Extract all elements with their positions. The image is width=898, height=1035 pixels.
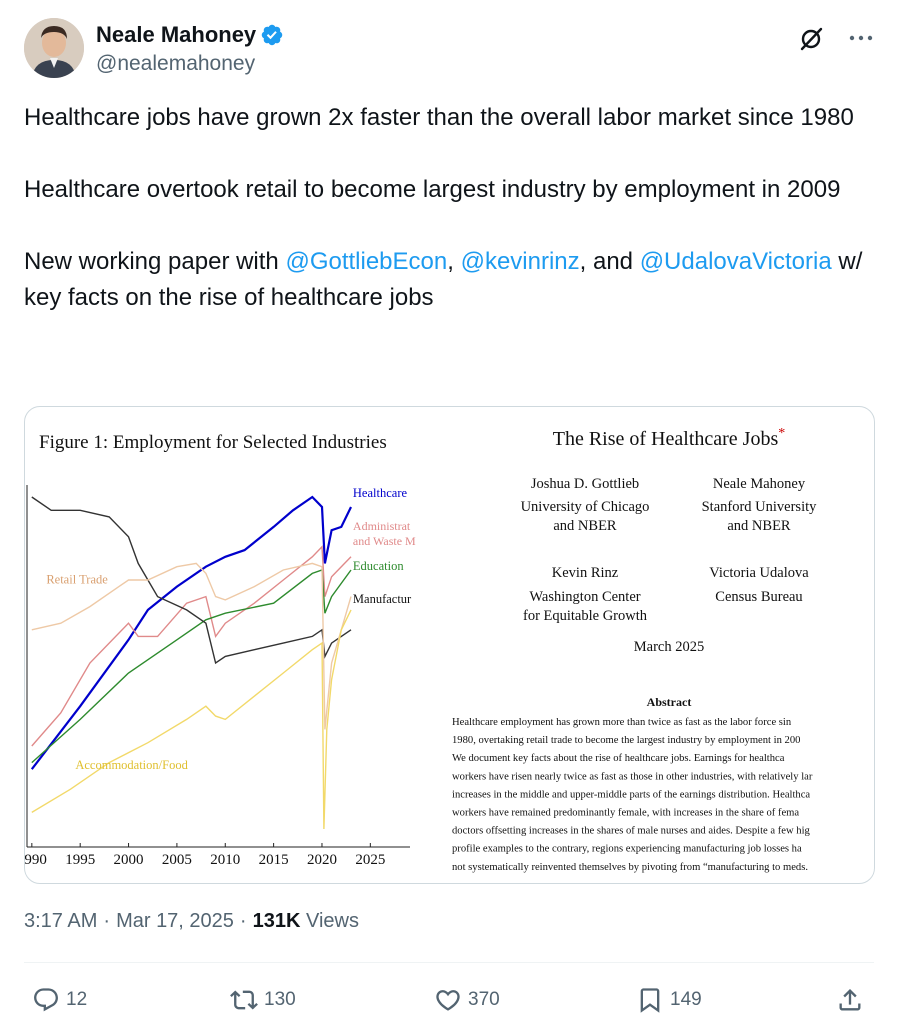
x-tick-label: 2010 xyxy=(210,852,240,868)
series-label: Education xyxy=(353,559,404,573)
abstract-line: profile examples to the contrary, region… xyxy=(452,844,802,855)
author-handle[interactable]: @nealemahoney xyxy=(96,52,255,76)
paper-author-affiliation: Washington Center xyxy=(529,589,640,605)
mention-link[interactable]: @UdalovaVictoria xyxy=(640,248,832,275)
mention-link[interactable]: @kevinrinz xyxy=(461,248,580,275)
reply-button[interactable]: 12 xyxy=(32,978,87,1022)
bookmark-icon xyxy=(640,988,660,1013)
paper-author-affiliation: for Equitable Growth xyxy=(523,608,648,624)
tweet-paragraph: Healthcare jobs have grown 2x faster tha… xyxy=(24,104,854,131)
grok-icon[interactable] xyxy=(798,24,826,52)
paper-author-name: Joshua D. Gottlieb xyxy=(531,476,639,492)
repost-button[interactable]: 130 xyxy=(230,978,296,1022)
series-line-retail-trade xyxy=(31,562,352,730)
views-count: 131K xyxy=(252,910,301,932)
verified-badge-icon[interactable] xyxy=(260,23,284,47)
more-options-icon[interactable] xyxy=(848,25,874,51)
paper-author-affiliation: Census Bureau xyxy=(715,589,802,605)
share-icon xyxy=(839,989,861,1011)
avatar[interactable] xyxy=(24,18,84,78)
abstract-line: not systematically reinvented themselves… xyxy=(452,862,808,873)
views-label: Views xyxy=(305,910,359,932)
series-label: Retail Trade xyxy=(46,572,108,586)
like-count: 370 xyxy=(468,989,500,1010)
abstract-line: workers have risen nearly twice as fast … xyxy=(452,771,813,782)
paper-author-affiliation: Stanford University xyxy=(702,499,818,515)
paper-author-name: Kevin Rinz xyxy=(552,565,619,581)
tweet-action-bar: 12 130 370 149 xyxy=(24,978,874,1022)
text-span: , and xyxy=(579,248,640,275)
tweet-paragraph: New working paper with @GottliebEcon, @k… xyxy=(24,244,874,316)
divider xyxy=(24,962,874,963)
abstract-line: increases in the middle and upper-middle… xyxy=(452,789,810,800)
series-label: Accommodation/Food xyxy=(75,758,188,772)
views-stat[interactable]: 131K Views xyxy=(253,910,359,933)
tweet-meta: 3:17 AM · Mar 17, 2025 · 131K Views xyxy=(24,910,359,933)
abstract-line: Healthcare employment has grown more tha… xyxy=(452,717,792,728)
author-name-row: Neale Mahoney xyxy=(96,22,284,48)
paper-title: The Rise of Healthcare Jobs* xyxy=(553,426,785,450)
paper-author-name: Neale Mahoney xyxy=(713,476,806,492)
text-span: New working paper with xyxy=(24,248,286,275)
reply-icon xyxy=(34,988,58,1012)
repost-count: 130 xyxy=(264,989,296,1010)
mention-link[interactable]: @GottliebEcon xyxy=(285,248,447,275)
avatar-image xyxy=(24,18,84,78)
heart-icon xyxy=(436,990,460,1011)
reply-count: 12 xyxy=(66,989,88,1010)
abstract-line: We document key facts about the rise of … xyxy=(452,753,785,764)
tweet-time[interactable]: 3:17 AM xyxy=(24,910,97,933)
abstract-heading: Abstract xyxy=(647,695,692,709)
x-tick-label: 2025 xyxy=(355,852,385,868)
tweet-text: Healthcare jobs have grown 2x faster tha… xyxy=(24,100,874,316)
x-tick-label: 2005 xyxy=(162,852,192,868)
repost-icon xyxy=(230,990,258,1010)
media-canvas: Figure 1: Employment for Selected Indust… xyxy=(25,426,818,873)
x-tick-label: 2000 xyxy=(114,852,144,868)
x-tick-label: 1990 xyxy=(25,852,47,868)
bookmark-count: 149 xyxy=(670,989,702,1010)
figure-title: Figure 1: Employment for Selected Indust… xyxy=(39,432,387,453)
abstract-line: workers have remained predominantly fema… xyxy=(452,808,799,819)
tweet-media-image[interactable]: Figure 1: Employment for Selected Indust… xyxy=(24,406,875,884)
paper-author-affiliation: and NBER xyxy=(553,518,617,534)
x-tick-label: 2020 xyxy=(307,852,337,868)
share-button[interactable] xyxy=(836,978,864,1022)
paper-date: March 2025 xyxy=(634,639,704,655)
series-label: Administrat xyxy=(353,519,411,533)
paper-author-affiliation: University of Chicago xyxy=(521,499,650,515)
x-tick-label: 2015 xyxy=(259,852,289,868)
bookmark-button[interactable]: 149 xyxy=(636,978,702,1022)
paper-title-text: The Rise of Healthcare Jobs xyxy=(553,428,779,450)
chart-plot-area: 1990 1995 2000 2005 2010 2015 2020 2025 Healthc… xyxy=(25,485,416,868)
header-actions xyxy=(798,24,874,52)
series-line-education xyxy=(31,569,352,764)
text-span: , xyxy=(447,248,461,275)
footnote-asterisk: * xyxy=(778,426,785,441)
chart-label-layer: Healthcare Administratand Waste M Educatio… xyxy=(46,486,416,772)
meta-separator: · xyxy=(103,910,111,932)
tweet-paragraph: Healthcare overtook retail to become lar… xyxy=(24,176,841,203)
abstract-body: Healthcare employment has grown more tha… xyxy=(452,717,813,873)
paper-author-affiliation: and NBER xyxy=(727,518,791,534)
author-name[interactable]: Neale Mahoney xyxy=(96,22,256,48)
paper-author-name: Victoria Udalova xyxy=(709,565,809,581)
x-tick-label: 1995 xyxy=(65,852,95,868)
series-label: Manufactur xyxy=(353,592,412,606)
meta-separator: · xyxy=(239,910,247,932)
like-button[interactable]: 370 xyxy=(434,978,500,1022)
series-label: Healthcare xyxy=(353,486,408,500)
abstract-line: doctors offsetting increases in the shar… xyxy=(452,826,811,837)
chart-series-layer xyxy=(30,495,352,830)
tweet-date[interactable]: Mar 17, 2025 xyxy=(116,910,234,933)
series-line-healthcare xyxy=(30,495,352,770)
abstract-line: 1980, overtaking retail trade to become … xyxy=(452,735,800,746)
tweet-header: Neale Mahoney @nealemahoney xyxy=(24,18,874,82)
series-label: and Waste M xyxy=(353,534,416,548)
